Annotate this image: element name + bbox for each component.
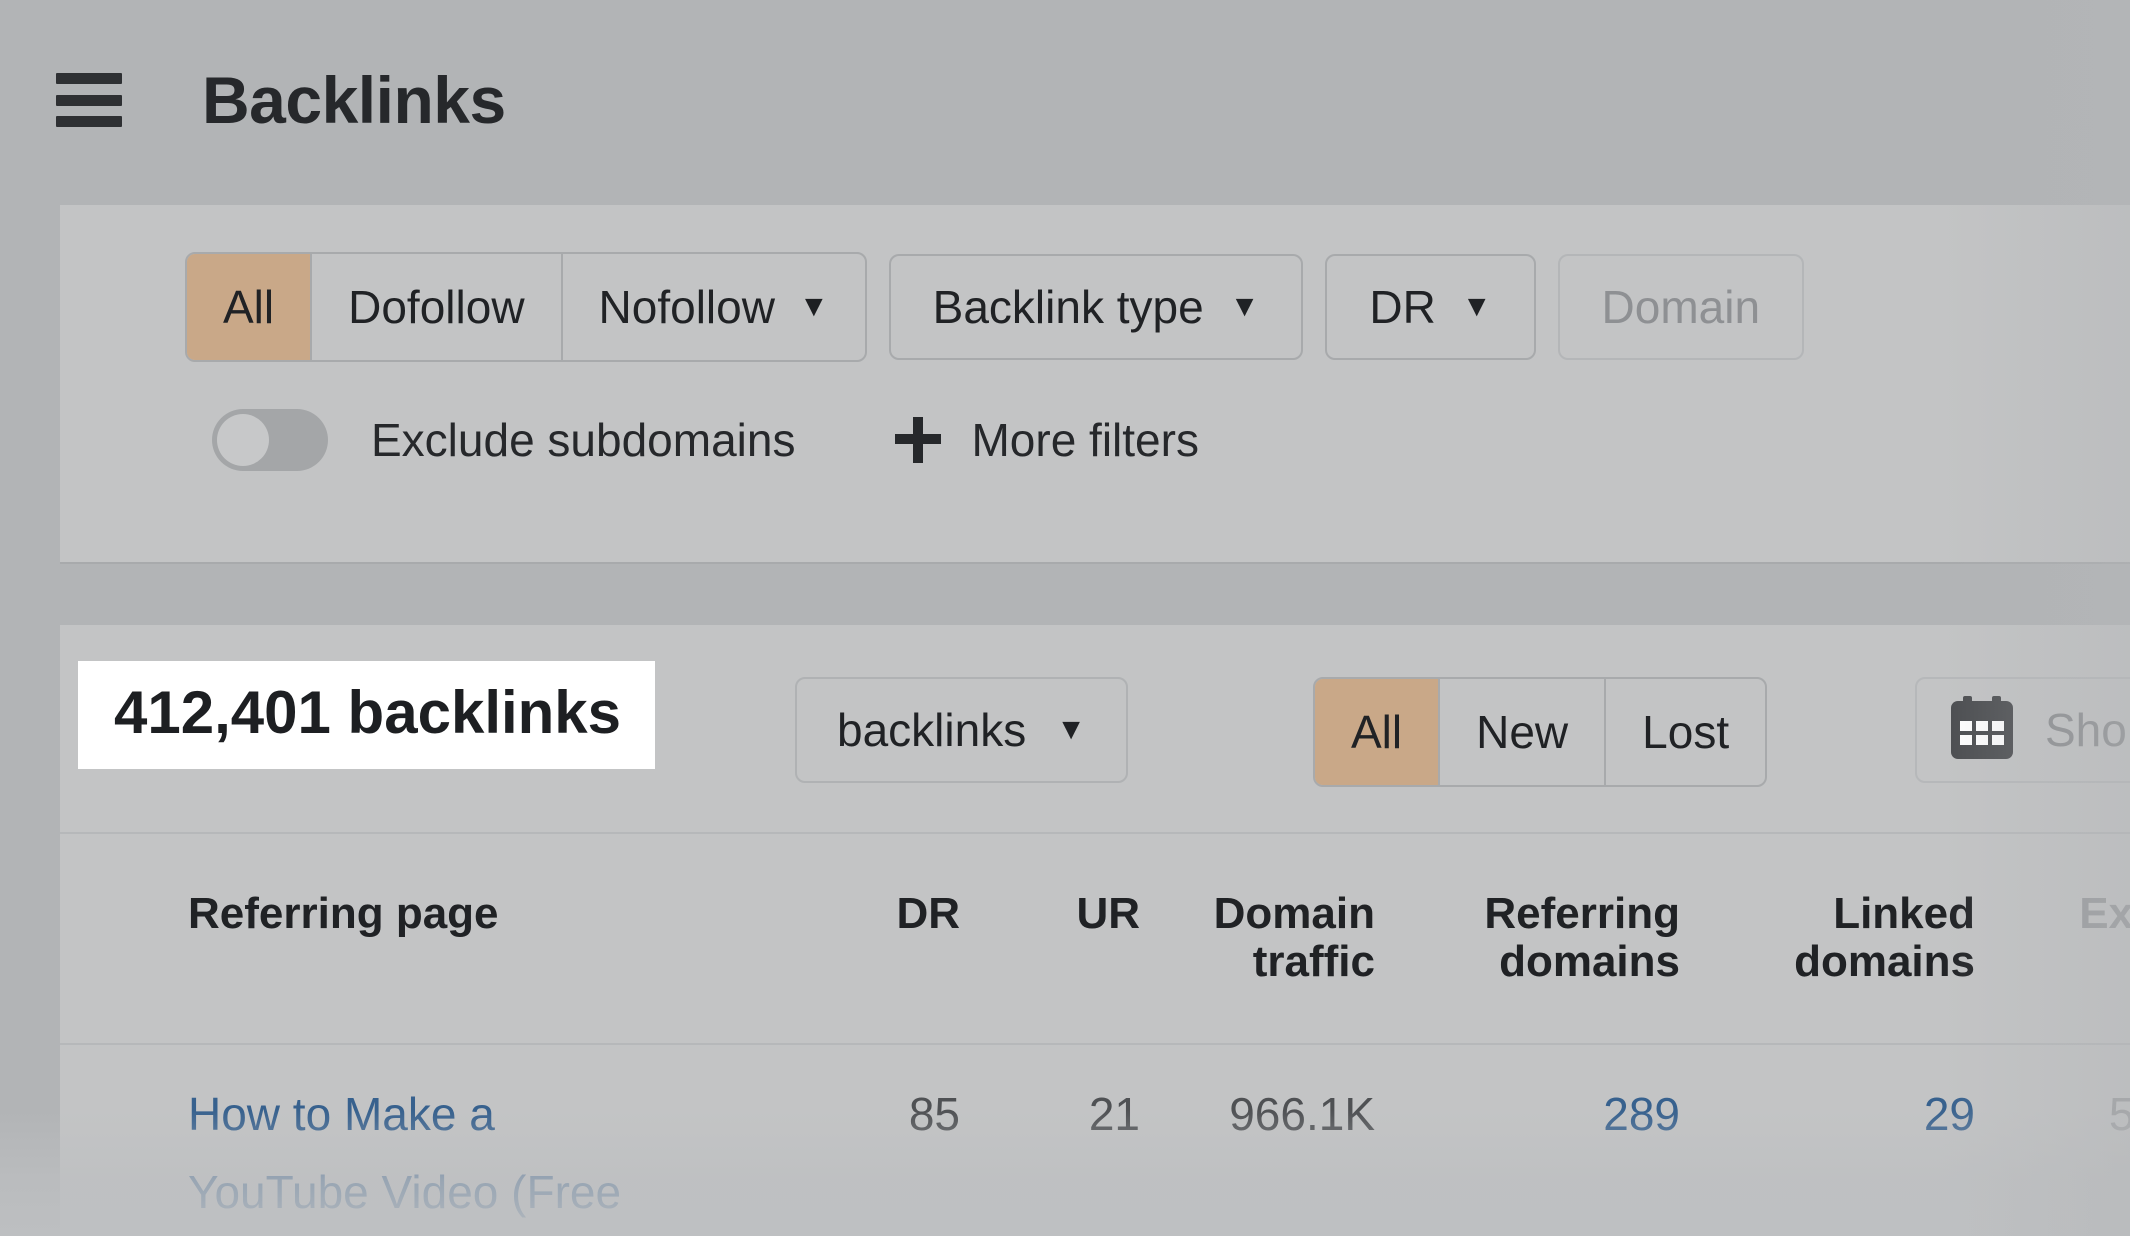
- hamburger-bar: [56, 73, 122, 84]
- backlinks-scope-label: backlinks: [837, 704, 1027, 756]
- more-filters-button[interactable]: More filters: [895, 413, 1199, 467]
- top-bar: Backlinks: [0, 0, 2130, 200]
- status-tab-lost-label: Lost: [1642, 706, 1730, 758]
- toggle-knob: [217, 414, 269, 466]
- follow-type-segmented-control: All Dofollow Nofollow ▼: [185, 252, 867, 362]
- exclude-subdomains-label: Exclude subdomains: [371, 414, 796, 466]
- cell-domain-traffic: 966.1K: [1229, 1088, 1375, 1140]
- status-tab-all-label: All: [1351, 706, 1403, 758]
- plus-icon: [895, 417, 942, 463]
- filter-row-primary: All Dofollow Nofollow ▼ Backlink type ▼ …: [60, 252, 1805, 362]
- filter-tab-dofollow[interactable]: Dofollow: [312, 254, 563, 360]
- hamburger-bar: [56, 116, 122, 127]
- column-header-ext[interactable]: Ext.: [1980, 890, 2130, 938]
- table-header-row: Referring page DR UR Domain traffic Refe…: [60, 834, 2130, 1045]
- cell-referring-page-line1[interactable]: How to Make a: [188, 1086, 748, 1142]
- domain-filter-label: Domain: [1601, 281, 1761, 333]
- chevron-down-icon: ▼: [798, 290, 829, 323]
- filter-tab-all[interactable]: All: [187, 254, 313, 360]
- chevron-down-icon: ▼: [1056, 713, 1086, 746]
- backlinks-count-text: 412,401 backlinks: [114, 679, 622, 746]
- status-tab-all[interactable]: All: [1315, 679, 1441, 785]
- dr-label: DR: [1369, 281, 1436, 333]
- column-header-domain-traffic[interactable]: Domain traffic: [1120, 890, 1375, 985]
- chevron-down-icon: ▼: [1229, 290, 1260, 323]
- column-header-ur[interactable]: UR: [960, 890, 1140, 938]
- backlinks-table-panel: 412,401 backlinks backlinks ▼ All New Lo…: [60, 625, 2130, 1236]
- domain-filter[interactable]: Domain: [1557, 254, 1805, 360]
- column-header-referring-page[interactable]: Referring page: [188, 890, 708, 938]
- page-title: Backlinks: [202, 63, 506, 137]
- backlink-type-label: Backlink type: [932, 281, 1204, 333]
- calendar-grid: [1960, 721, 2004, 745]
- date-range-label: Sho: [2045, 704, 2127, 756]
- column-header-dr[interactable]: DR: [760, 890, 960, 938]
- status-tab-new[interactable]: New: [1440, 679, 1607, 785]
- filter-tab-dofollow-label: Dofollow: [348, 281, 525, 333]
- cell-ext: 51: [2108, 1088, 2130, 1140]
- filter-row-secondary: Exclude subdomains More filters: [60, 395, 1199, 485]
- hamburger-bar: [56, 94, 122, 106]
- link-status-segmented-control: All New Lost: [1313, 677, 1768, 787]
- hamburger-icon[interactable]: [56, 73, 122, 127]
- exclude-subdomains-toggle[interactable]: [212, 409, 328, 471]
- chevron-down-icon: ▼: [1461, 290, 1492, 323]
- column-header-linked-domains[interactable]: Linked domains: [1685, 890, 1975, 985]
- filter-tab-all-label: All: [223, 281, 275, 333]
- backlinks-count-highlight: 412,401 backlinks: [78, 661, 656, 769]
- calendar-icon: [1951, 696, 2013, 759]
- date-range-button[interactable]: Sho: [1915, 677, 2130, 783]
- backlink-type-dropdown[interactable]: Backlink type ▼: [888, 254, 1304, 360]
- cell-ur: 21: [1088, 1088, 1140, 1140]
- backlinks-screen: Backlinks All Dofollow Nofollow ▼ Backli…: [0, 0, 2130, 1236]
- status-tab-new-label: New: [1476, 706, 1569, 758]
- filter-tab-nofollow[interactable]: Nofollow ▼: [563, 254, 865, 360]
- cell-referring-page-line2[interactable]: YouTube Video (Free: [188, 1164, 808, 1220]
- backlinks-scope-dropdown[interactable]: backlinks ▼: [795, 677, 1128, 783]
- cell-dr: 85: [908, 1088, 960, 1140]
- more-filters-label: More filters: [971, 414, 1199, 466]
- cell-linked-domains[interactable]: 29: [1685, 1086, 1975, 1142]
- filter-panel: All Dofollow Nofollow ▼ Backlink type ▼ …: [60, 205, 2130, 562]
- table-row: How to Make a YouTube Video (Free 85 21 …: [60, 1046, 2130, 1236]
- column-header-referring-domains[interactable]: Referring domains: [1390, 890, 1680, 985]
- status-tab-lost[interactable]: Lost: [1606, 679, 1765, 785]
- dr-dropdown[interactable]: DR ▼: [1325, 254, 1536, 360]
- cell-referring-domains[interactable]: 289: [1390, 1086, 1680, 1142]
- filter-tab-nofollow-label: Nofollow: [598, 281, 775, 333]
- table-toolbar: 412,401 backlinks backlinks ▼ All New Lo…: [60, 625, 2130, 834]
